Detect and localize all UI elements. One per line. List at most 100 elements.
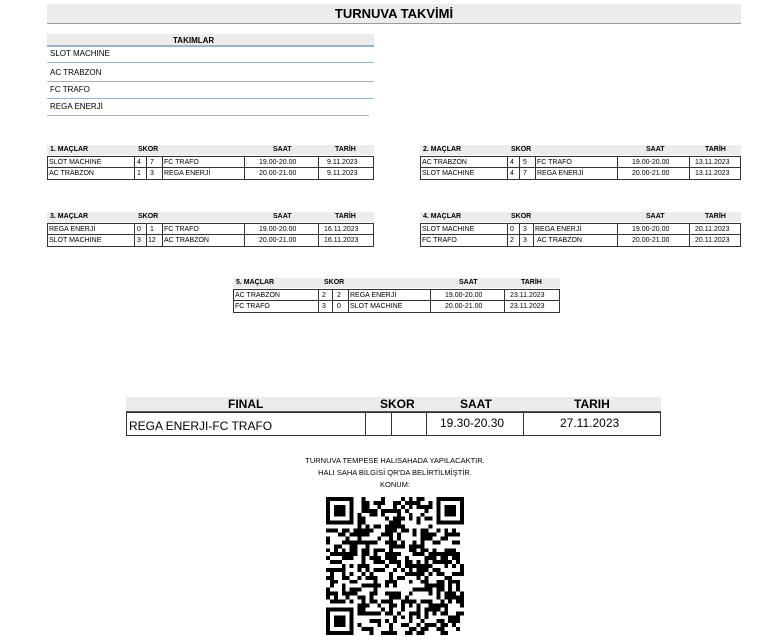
home-team: SLOT MACHINE <box>49 159 102 166</box>
away-score: 3 <box>523 226 527 233</box>
tarih-header: TARİH <box>335 213 356 220</box>
home-score: 4 <box>510 159 514 166</box>
final-table: FINAL SKOR SAAT TARIH REGA ENERJI-FC TRA… <box>126 397 661 438</box>
away-team: REGA ENERJİ <box>164 170 211 177</box>
round-label: 2. MAÇLAR <box>423 146 462 153</box>
skor-header: SKOR <box>138 146 159 153</box>
match-row: AC TRABZON 4 5 FC TRAFO 19.00-20.00 13.1… <box>420 156 741 168</box>
match-date: 23.11.2023 <box>510 292 545 299</box>
skor-header: SKOR <box>511 213 532 220</box>
round-table: 5. MAÇLAR SKOR SAAT TARİH AC TRABZON 2 2… <box>233 278 560 318</box>
match-row: FC TRAFO 3 0 SLOT MACHINE 20.00-21.00 23… <box>233 301 560 313</box>
skor-header: SKOR <box>511 146 532 153</box>
final-saat-header: SAAT <box>460 397 492 411</box>
home-score: 2 <box>510 237 514 244</box>
match-row: AC TRABZON 1 3 REGA ENERJİ 20.00-21.00 9… <box>47 168 374 180</box>
match-date: 16.11.2023 <box>324 226 359 233</box>
note-line: KONUM: <box>380 480 410 489</box>
round-header: 1. MAÇLAR SKOR SAAT TARİH <box>47 145 374 155</box>
match-row: SLOT MACHINE 4 7 REGA ENERJİ 20.00-21.00… <box>420 168 741 180</box>
skor-header: SKOR <box>138 213 159 220</box>
away-team: FC TRAFO <box>164 159 199 166</box>
round-header: 4. MAÇLAR SKOR SAAT TARİH <box>420 212 741 222</box>
home-team: REGA ENERJİ <box>49 226 96 233</box>
match-row: SLOT MACHINE 3 12 AC TRABZON 20.00-21.00… <box>47 235 374 247</box>
qr-code-icon[interactable] <box>326 497 464 635</box>
away-score: 7 <box>150 159 154 166</box>
team-row: AC TRABZON <box>47 65 374 82</box>
skor-header: SKOR <box>324 279 345 286</box>
match-row: AC TRABZON 2 2 REGA ENERJİ 19.00-20.00 2… <box>233 289 560 301</box>
match-time: 20.00-21.00 <box>632 170 670 177</box>
away-team: REGA ENERJİ <box>535 226 582 233</box>
away-team: REGA ENERJİ <box>537 170 584 177</box>
round-label: 5. MAÇLAR <box>236 279 275 286</box>
team-row: SLOT MACHINE <box>47 46 374 63</box>
round-header: 2. MAÇLAR SKOR SAAT TARİH <box>420 145 741 155</box>
final-date: 27.11.2023 <box>560 416 620 430</box>
match-row: SLOT MACHINE 4 7 FC TRAFO 19.00-20.00 9.… <box>47 156 374 168</box>
page-title-text: TURNUVA TAKVİMİ <box>334 6 454 21</box>
final-match: REGA ENERJI-FC TRAFO <box>129 419 273 433</box>
round-label: 4. MAÇLAR <box>423 213 462 220</box>
note-line: TURNUVA TEMPESE HALISAHADA YAPILACAKTIR. <box>305 456 485 465</box>
match-date: 23.11.2023 <box>510 303 545 310</box>
match-time: 19.00-20.00 <box>445 292 483 299</box>
tarih-header: TARİH <box>705 146 726 153</box>
team-name: FC TRAFO <box>50 85 90 94</box>
match-time: 19.00-20.00 <box>632 159 670 166</box>
round-table: 3. MAÇLAR SKOR SAAT TARİH REGA ENERJİ 0 … <box>47 212 374 252</box>
home-score: 2 <box>322 292 326 299</box>
home-team: SLOT MACHINE <box>422 226 475 233</box>
home-team: FC TRAFO <box>422 237 457 244</box>
saat-header: SAAT <box>273 146 292 153</box>
away-team: REGA ENERJİ <box>350 292 397 299</box>
final-label: FINAL <box>228 397 264 411</box>
away-score: 3 <box>523 237 527 244</box>
round-table: 4. MAÇLAR SKOR SAAT TARİH SLOT MACHINE 0… <box>420 212 741 252</box>
saat-header: SAAT <box>646 213 665 220</box>
saat-header: SAAT <box>273 213 292 220</box>
round-header: 5. MAÇLAR SKOR SAAT TARİH <box>233 278 560 288</box>
home-team: FC TRAFO <box>235 303 270 310</box>
team-name: SLOT MACHINE <box>50 49 110 58</box>
away-team: FC TRAFO <box>164 226 199 233</box>
match-date: 20.11.2023 <box>695 237 730 244</box>
team-name: AC TRABZON <box>50 68 102 77</box>
final-skor-header: SKOR <box>380 397 415 411</box>
round-table: 1. MAÇLAR SKOR SAAT TARİH SLOT MACHINE 4… <box>47 145 374 185</box>
final-time: 19.30-20.30 <box>440 416 505 430</box>
match-date: 13.11.2023 <box>695 170 730 177</box>
away-score: 12 <box>148 237 156 244</box>
final-match-row: REGA ENERJI-FC TRAFO 19.30-20.30 27.11.2… <box>126 412 661 436</box>
final-header: FINAL SKOR SAAT TARIH <box>126 397 661 412</box>
match-time: 20.00-21.00 <box>632 237 670 244</box>
home-team: SLOT MACHINE <box>49 237 102 244</box>
round-table: 2. MAÇLAR SKOR SAAT TARİH AC TRABZON 4 5… <box>420 145 741 185</box>
home-score: 0 <box>137 226 141 233</box>
away-score: 3 <box>150 170 154 177</box>
match-row: FC TRAFO 2 3 AC TRABZON 20.00-21.00 20.1… <box>420 235 741 247</box>
home-team: SLOT MACHINE <box>422 170 475 177</box>
away-score: 7 <box>523 170 527 177</box>
match-time: 19.00-20.00 <box>632 226 670 233</box>
saat-header: SAAT <box>459 279 478 286</box>
match-row: SLOT MACHINE 0 3 REGA ENERJİ 19.00-20.00… <box>420 223 741 235</box>
match-row: REGA ENERJİ 0 1 FC TRAFO 19.00-20.00 16.… <box>47 223 374 235</box>
home-score: 4 <box>510 170 514 177</box>
away-team: AC TRABZON <box>164 237 209 244</box>
match-time: 20.00-21.00 <box>259 237 297 244</box>
match-time: 20.00-21.00 <box>259 170 297 177</box>
match-time: 19.00-20.00 <box>259 226 297 233</box>
home-score: 1 <box>137 170 141 177</box>
away-team: AC TRABZON <box>537 237 582 244</box>
away-score: 1 <box>150 226 154 233</box>
round-label: 3. MAÇLAR <box>50 213 89 220</box>
tarih-header: TARİH <box>335 146 356 153</box>
match-date: 16.11.2023 <box>324 237 359 244</box>
teams-header-label: TAKIMLAR <box>173 36 215 45</box>
home-score: 0 <box>510 226 514 233</box>
final-tarih-header: TARIH <box>574 397 610 411</box>
match-date: 13.11.2023 <box>695 159 730 166</box>
away-score: 0 <box>337 303 341 310</box>
